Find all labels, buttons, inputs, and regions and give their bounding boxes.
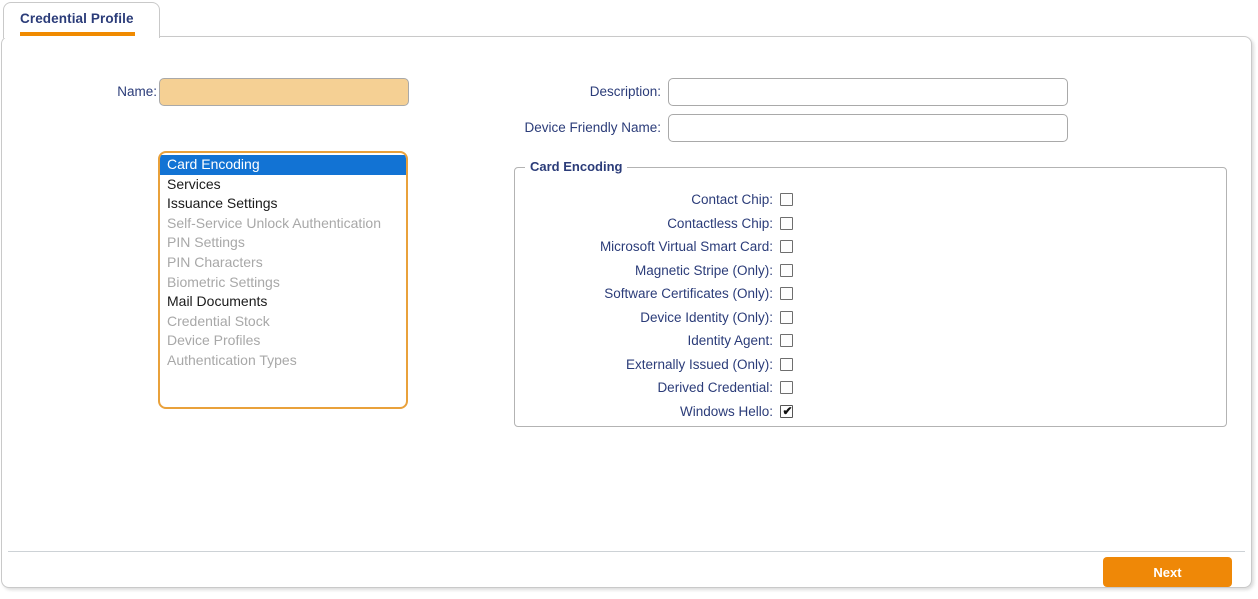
description-input[interactable]: [668, 78, 1068, 106]
settings-section-item[interactable]: Authentication Types: [160, 351, 406, 371]
checkbox-row: Windows Hello:: [515, 400, 1226, 424]
checkbox-label: Contact Chip:: [515, 192, 773, 207]
credential-profile-screen: Credential Profile Name: Description: De…: [0, 0, 1258, 599]
checkbox-row: Contact Chip:: [515, 188, 1226, 212]
checkbox-label: Externally Issued (Only):: [515, 357, 773, 372]
checkbox-row: Software Certificates (Only):: [515, 282, 1226, 306]
name-input[interactable]: [159, 78, 409, 106]
checkbox-row: Microsoft Virtual Smart Card:: [515, 235, 1226, 259]
checkbox[interactable]: [780, 217, 793, 230]
settings-section-item[interactable]: Biometric Settings: [160, 273, 406, 293]
name-label: Name:: [42, 78, 157, 106]
checkbox[interactable]: [780, 287, 793, 300]
checkbox-row: Contactless Chip:: [515, 212, 1226, 236]
checkbox[interactable]: [780, 358, 793, 371]
checkbox[interactable]: [780, 264, 793, 277]
card-encoding-group: Card Encoding Contact Chip: Contactless …: [514, 167, 1227, 427]
checkbox[interactable]: [780, 405, 793, 418]
checkbox[interactable]: [780, 240, 793, 253]
checkbox-label: Software Certificates (Only):: [515, 286, 773, 301]
card-encoding-options: Contact Chip: Contactless Chip: Microsof…: [515, 188, 1226, 423]
checkbox[interactable]: [780, 381, 793, 394]
checkbox-label: Derived Credential:: [515, 380, 773, 395]
settings-section-item[interactable]: Issuance Settings: [160, 194, 406, 214]
checkbox-label: Windows Hello:: [515, 404, 773, 419]
checkbox-label: Magnetic Stripe (Only):: [515, 263, 773, 278]
checkbox-label: Identity Agent:: [515, 333, 773, 348]
checkbox-row: Magnetic Stripe (Only):: [515, 259, 1226, 283]
footer-divider: [8, 551, 1245, 552]
settings-section-item[interactable]: Credential Stock: [160, 312, 406, 332]
checkbox-label: Device Identity (Only):: [515, 310, 773, 325]
next-button[interactable]: Next: [1103, 557, 1232, 587]
settings-section-item[interactable]: Self-Service Unlock Authentication: [160, 214, 406, 234]
checkbox-row: Derived Credential:: [515, 376, 1226, 400]
settings-section-item[interactable]: PIN Characters: [160, 253, 406, 273]
settings-section-item[interactable]: Mail Documents: [160, 292, 406, 312]
checkbox-label: Microsoft Virtual Smart Card:: [515, 239, 773, 254]
main-panel: Name: Description: Device Friendly Name:…: [1, 36, 1252, 588]
settings-section-item[interactable]: Card Encoding: [160, 155, 406, 175]
device-friendly-name-input[interactable]: [668, 114, 1068, 142]
checkbox-row: Externally Issued (Only):: [515, 353, 1226, 377]
checkbox-row: Device Identity (Only):: [515, 306, 1226, 330]
checkbox[interactable]: [780, 334, 793, 347]
settings-section-item[interactable]: Device Profiles: [160, 331, 406, 351]
checkbox-row: Identity Agent:: [515, 329, 1226, 353]
description-label: Description:: [481, 78, 661, 106]
checkbox-label: Contactless Chip:: [515, 216, 773, 231]
tab-active-indicator: [20, 32, 135, 36]
settings-section-list: Card EncodingServicesIssuance SettingsSe…: [158, 151, 408, 409]
tab-credential-profile[interactable]: Credential Profile: [3, 2, 160, 38]
checkbox[interactable]: [780, 311, 793, 324]
settings-section-item[interactable]: Services: [160, 175, 406, 195]
checkbox[interactable]: [780, 193, 793, 206]
settings-section-item[interactable]: PIN Settings: [160, 233, 406, 253]
card-encoding-legend: Card Encoding: [525, 159, 627, 174]
tab-label: Credential Profile: [20, 11, 134, 26]
device-friendly-name-label: Device Friendly Name:: [481, 114, 661, 142]
